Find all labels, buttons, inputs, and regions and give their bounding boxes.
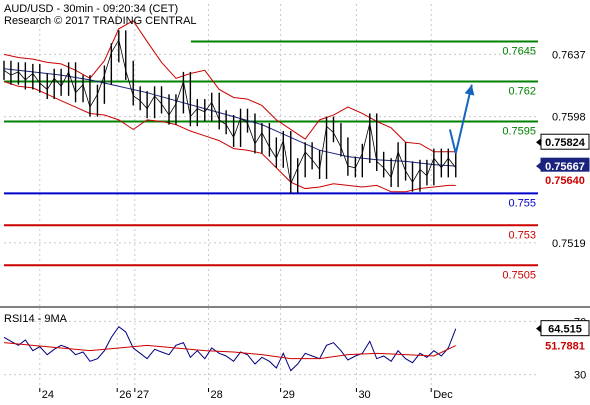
y-tick-label-1: 0.7598 [552,112,586,124]
chart-subtitle: Research © 2017 TRADING CENTRAL [4,15,197,27]
x-tick-label-4: 29 [283,389,295,400]
y-tick-label-2: 0.7519 [552,238,586,250]
price-label-text-0: 0.75824 [545,137,586,149]
level-label-5: 0.7505 [502,269,536,281]
x-tick-label-0: 24 [42,389,54,400]
level-label-0: 0.7645 [502,46,536,58]
x-tick-label-2: 27 [137,389,149,400]
x-tick-label-3: 28 [211,389,223,400]
x-tick-label-1: 26 [119,389,131,400]
rsi-title: RSI14 - 9MA [4,313,68,325]
y-tick-label-0: 0.7637 [552,49,586,61]
level-label-1: 0.762 [508,85,536,97]
price-label-text-1: 0.75667 [545,161,585,173]
level-label-4: 0.753 [508,229,536,241]
x-tick-label-5: 30 [358,389,370,400]
level-label-2: 0.7595 [502,125,536,137]
rsi-value-label-text-0: 64.515 [548,324,582,336]
chart-root: 0.7645 0.762 0.7595 0.755 0.753 0.7505 0.7637… [0,0,590,401]
price-label-text-2: 0.75640 [545,175,585,187]
x-tick-label-6: Dec [433,389,453,400]
chart-title: AUD/USD - 30min - 09:20:34 (CET) [4,3,178,15]
rsi-value-label-text-1: 51.7881 [545,341,585,353]
level-label-3: 0.755 [508,197,536,209]
chart-svg: 0.7645 0.762 0.7595 0.755 0.753 0.7505 0.7637… [0,0,590,401]
rsi-y-tick-label-1: 30 [574,370,586,382]
